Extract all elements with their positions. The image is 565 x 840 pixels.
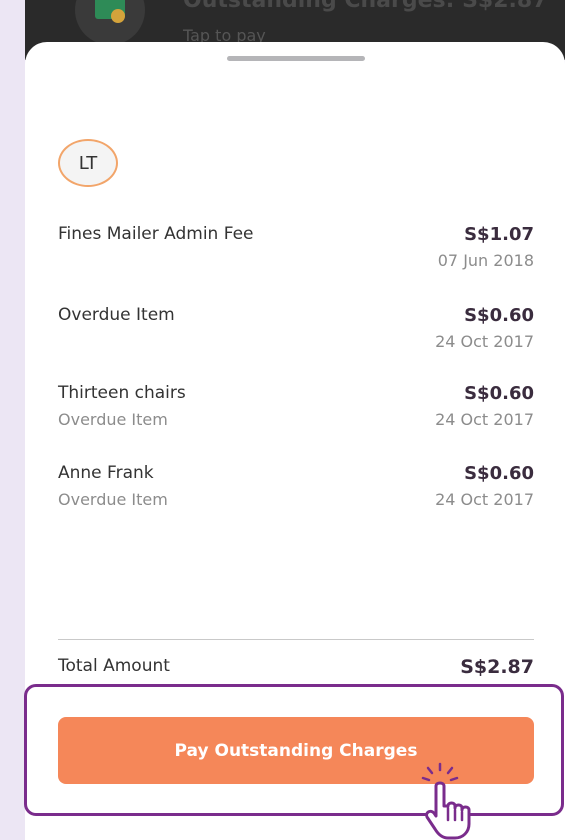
charge-date: 07 Jun 2018 — [437, 251, 534, 270]
charge-date: 24 Oct 2017 — [435, 332, 534, 351]
charge-description: Overdue Item — [58, 490, 168, 509]
sheet-drag-handle[interactable] — [227, 56, 365, 61]
charge-amount: S$1.07 — [464, 224, 534, 245]
hand-pointer-tap-icon — [421, 762, 471, 840]
charge-name: Thirteen chairs — [58, 383, 186, 403]
banner-title: Outstanding Charges: S$2.87 — [183, 0, 548, 13]
charge-amount: S$0.60 — [464, 305, 534, 326]
coin-shape — [111, 9, 125, 23]
charge-date: 24 Oct 2017 — [435, 410, 534, 429]
charge-amount: S$0.60 — [464, 383, 534, 404]
total-amount: S$2.87 — [460, 656, 534, 678]
money-thumbnail-icon — [75, 0, 145, 45]
charge-name: Anne Frank — [58, 463, 154, 483]
charge-amount: S$0.60 — [464, 463, 534, 484]
total-divider — [58, 639, 534, 640]
user-avatar: LT — [58, 139, 118, 187]
charge-name: Overdue Item — [58, 305, 175, 325]
screen: Outstanding Charges: S$2.87 Tap to pay L… — [0, 0, 565, 840]
charge-date: 24 Oct 2017 — [435, 490, 534, 509]
charge-name: Fines Mailer Admin Fee — [58, 224, 254, 244]
avatar-initials: LT — [78, 152, 98, 174]
total-label: Total Amount — [58, 656, 170, 676]
charge-description: Overdue Item — [58, 410, 168, 429]
